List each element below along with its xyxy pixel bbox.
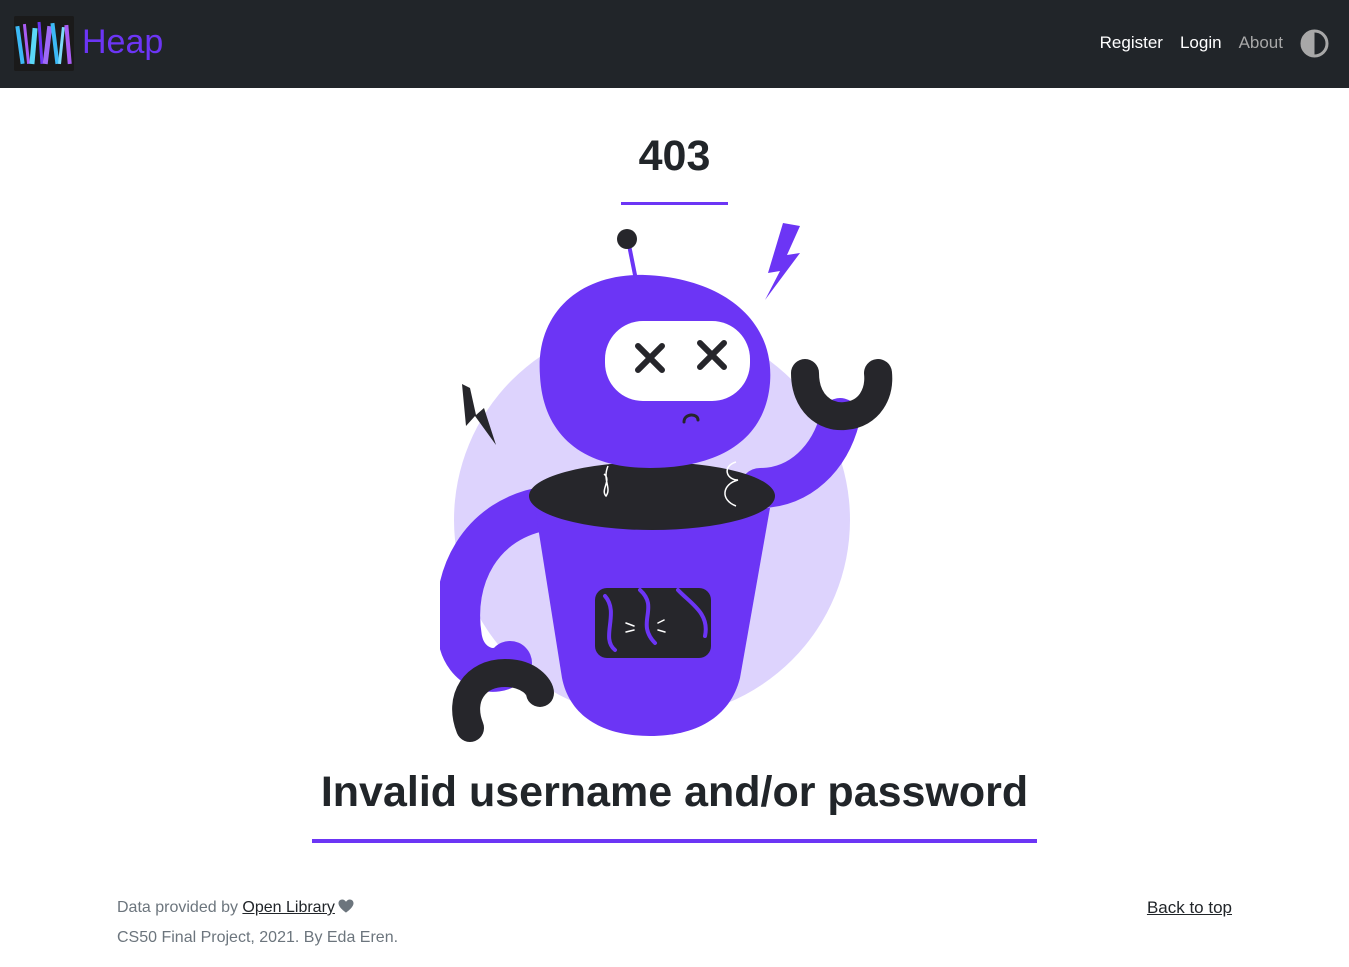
- nav-about-link[interactable]: About: [1239, 28, 1283, 58]
- heap-logo-icon: [14, 16, 74, 71]
- footer-credit: Data provided by Open Library: [117, 897, 354, 919]
- brand-name: Heap: [82, 22, 164, 61]
- lightning-bolt-icon: [765, 223, 800, 300]
- contrast-half-circle-icon[interactable]: [1300, 29, 1329, 58]
- error-message: Invalid username and/or password: [320, 768, 1029, 816]
- brand-link[interactable]: Heap: [14, 16, 163, 71]
- robot-face-visor: [605, 321, 750, 401]
- robot-right-hand: [791, 359, 893, 431]
- navbar: Heap Register Login About: [0, 0, 1349, 88]
- back-to-top-link[interactable]: Back to top: [1147, 897, 1232, 919]
- footer-project-credit: CS50 Final Project, 2021. By Eda Eren.: [117, 929, 399, 946]
- footer-credit-prefix: Data provided by: [117, 899, 243, 916]
- robot-neck-disc: [529, 462, 775, 530]
- nav-login-link[interactable]: Login: [1180, 28, 1222, 58]
- open-library-link[interactable]: Open Library: [242, 899, 335, 916]
- nav-links: Register Login About: [1100, 28, 1329, 58]
- error-message-underline: [312, 839, 1037, 843]
- heart-icon: [338, 899, 354, 913]
- broken-robot-illustration: [440, 223, 893, 742]
- error-code-underline: [621, 202, 728, 205]
- robot-left-hand: [452, 658, 554, 742]
- nav-register-link[interactable]: Register: [1100, 28, 1163, 58]
- error-code: 403: [638, 132, 711, 180]
